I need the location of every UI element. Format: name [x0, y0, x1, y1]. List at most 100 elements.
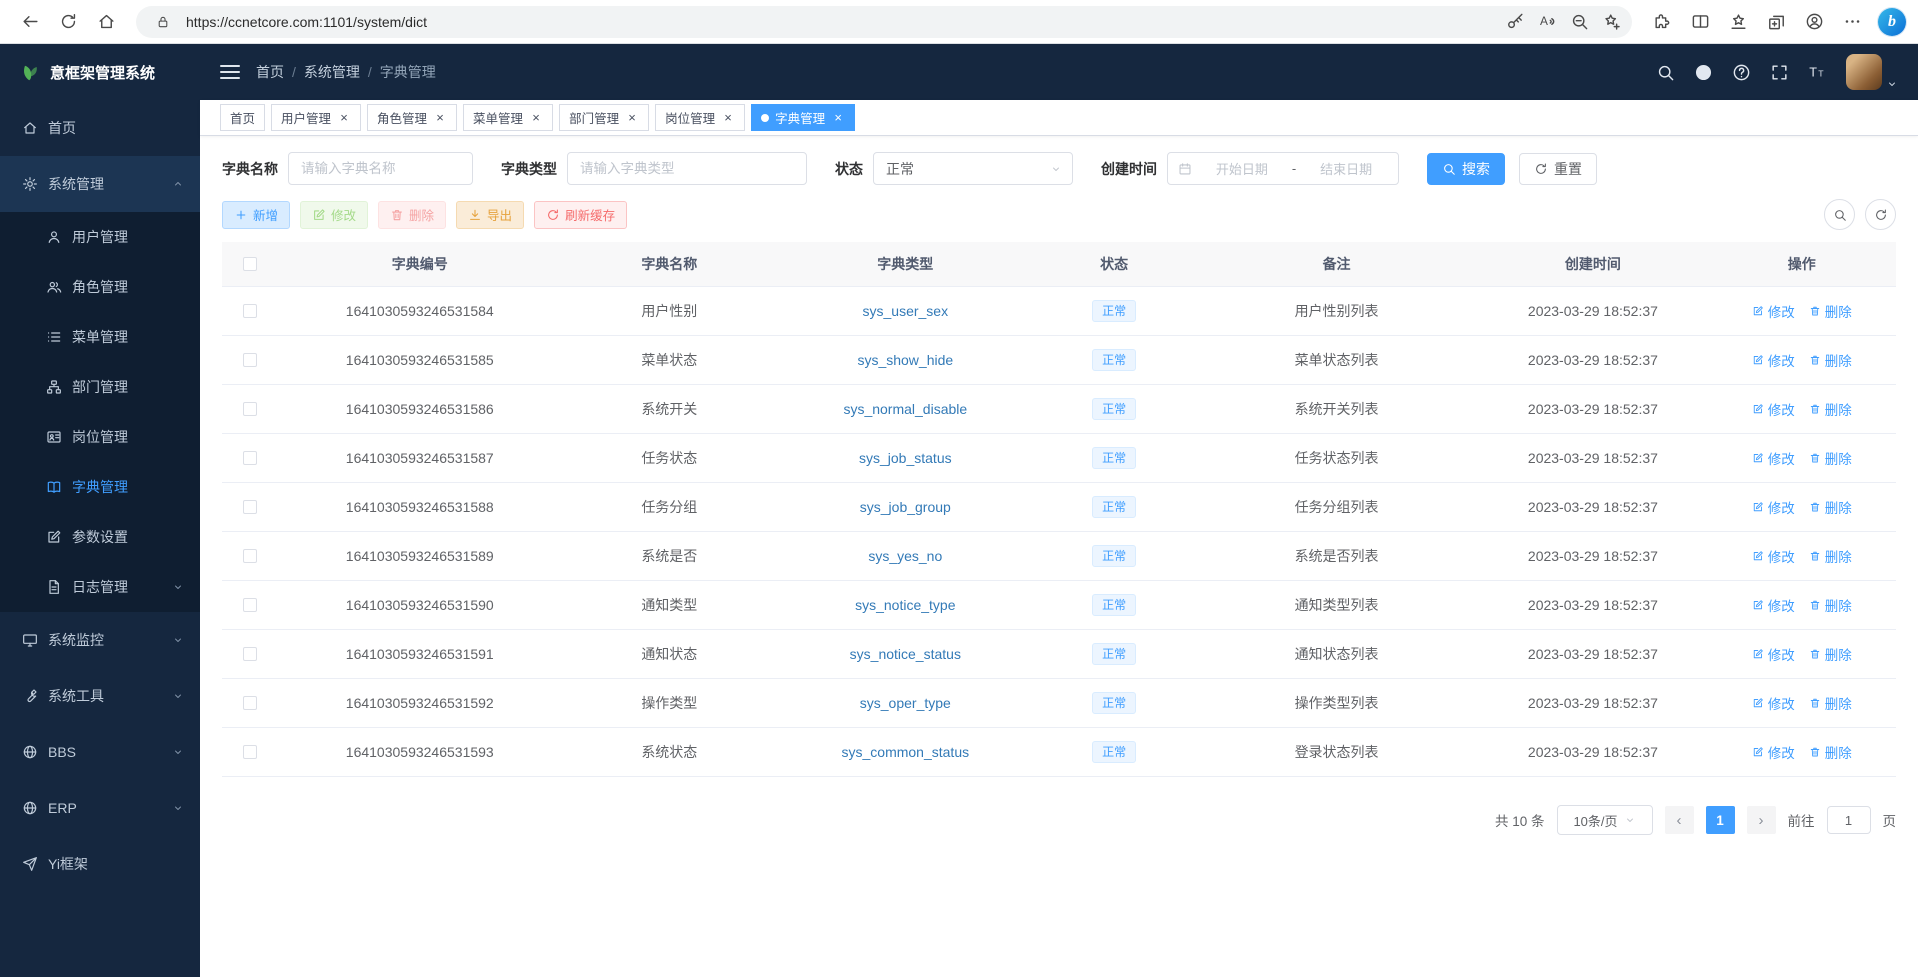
- row-delete-link[interactable]: 删除: [1809, 497, 1852, 517]
- sidebar-item[interactable]: 参数设置: [0, 512, 200, 562]
- sidebar-item[interactable]: Yi框架: [0, 836, 200, 892]
- tab-close-icon[interactable]: [433, 111, 447, 125]
- export-button[interactable]: 导出: [456, 201, 524, 229]
- row-checkbox[interactable]: [243, 500, 257, 514]
- search-icon[interactable]: [1648, 55, 1682, 89]
- favorite-add-icon[interactable]: [1596, 8, 1626, 36]
- row-checkbox[interactable]: [243, 598, 257, 612]
- row-edit-link[interactable]: 修改: [1752, 448, 1795, 468]
- row-checkbox[interactable]: [243, 353, 257, 367]
- dict-type-link[interactable]: sys_oper_type: [860, 695, 951, 711]
- page-number[interactable]: 1: [1706, 806, 1735, 834]
- url-text[interactable]: https://ccnetcore.com:1101/system/dict: [186, 14, 427, 30]
- tab[interactable]: 角色管理: [367, 104, 457, 131]
- row-checkbox[interactable]: [243, 304, 257, 318]
- key-icon[interactable]: [1500, 8, 1530, 36]
- question-icon[interactable]: [1724, 55, 1758, 89]
- user-avatar[interactable]: [1846, 54, 1882, 90]
- dict-type-link[interactable]: sys_show_hide: [857, 352, 953, 368]
- toggle-search-button[interactable]: [1824, 199, 1855, 230]
- tab[interactable]: 用户管理: [271, 104, 361, 131]
- read-aloud-icon[interactable]: [1532, 8, 1562, 36]
- dict-type-link[interactable]: sys_user_sex: [863, 303, 949, 319]
- dict-type-link[interactable]: sys_yes_no: [868, 548, 942, 564]
- sidebar-item[interactable]: 用户管理: [0, 212, 200, 262]
- end-date-placeholder[interactable]: 结束日期: [1304, 159, 1388, 178]
- row-checkbox[interactable]: [243, 745, 257, 759]
- more-icon[interactable]: [1834, 5, 1870, 39]
- prev-page-button[interactable]: [1665, 806, 1694, 834]
- breadcrumb-item-system[interactable]: 系统管理: [304, 62, 360, 82]
- tab[interactable]: 首页: [220, 104, 265, 131]
- add-button[interactable]: 新增: [222, 201, 290, 229]
- sidebar-item[interactable]: 首页: [0, 100, 200, 156]
- row-edit-link[interactable]: 修改: [1752, 350, 1795, 370]
- row-edit-link[interactable]: 修改: [1752, 595, 1795, 615]
- sidebar-item[interactable]: 菜单管理: [0, 312, 200, 362]
- sidebar-item[interactable]: 部门管理: [0, 362, 200, 412]
- bing-icon[interactable]: b: [1878, 8, 1906, 36]
- row-delete-link[interactable]: 删除: [1809, 301, 1852, 321]
- row-delete-link[interactable]: 删除: [1809, 644, 1852, 664]
- sidebar-item[interactable]: 角色管理: [0, 262, 200, 312]
- sidebar-item[interactable]: 系统工具: [0, 668, 200, 724]
- sidebar-item[interactable]: 字典管理: [0, 462, 200, 512]
- row-checkbox[interactable]: [243, 549, 257, 563]
- row-checkbox[interactable]: [243, 696, 257, 710]
- next-page-button[interactable]: [1747, 806, 1776, 834]
- fullscreen-icon[interactable]: [1762, 55, 1796, 89]
- row-edit-link[interactable]: 修改: [1752, 742, 1795, 762]
- app-logo[interactable]: 意框架管理系统: [0, 44, 200, 100]
- tab-close-icon[interactable]: [529, 111, 543, 125]
- status-select[interactable]: 正常: [873, 152, 1073, 185]
- tab[interactable]: 岗位管理: [655, 104, 745, 131]
- row-edit-link[interactable]: 修改: [1752, 497, 1795, 517]
- sidebar-item[interactable]: 日志管理: [0, 562, 200, 612]
- refresh-cache-button[interactable]: 刷新缓存: [534, 201, 627, 229]
- profile-icon[interactable]: [1796, 5, 1832, 39]
- breadcrumb-item-home[interactable]: 首页: [256, 62, 284, 82]
- sidebar-item[interactable]: 系统监控: [0, 612, 200, 668]
- dict-type-input[interactable]: [567, 152, 807, 185]
- delete-button[interactable]: 删除: [378, 201, 446, 229]
- goto-page-input[interactable]: [1827, 806, 1871, 834]
- dict-type-link[interactable]: sys_job_group: [860, 499, 951, 515]
- page-size-select[interactable]: 10条/页: [1557, 805, 1653, 835]
- sidebar-item[interactable]: BBS: [0, 724, 200, 780]
- refresh-icon[interactable]: [50, 5, 86, 39]
- dict-type-link[interactable]: sys_normal_disable: [843, 401, 967, 417]
- collapse-menu-icon[interactable]: [220, 65, 240, 79]
- reset-button[interactable]: 重置: [1519, 153, 1597, 185]
- address-bar[interactable]: https://ccnetcore.com:1101/system/dict: [136, 6, 1632, 38]
- github-icon[interactable]: [1686, 55, 1720, 89]
- dict-name-input[interactable]: [288, 152, 473, 185]
- collections-icon[interactable]: [1758, 5, 1794, 39]
- row-edit-link[interactable]: 修改: [1752, 644, 1795, 664]
- font-size-icon[interactable]: [1800, 55, 1834, 89]
- row-delete-link[interactable]: 删除: [1809, 448, 1852, 468]
- search-button[interactable]: 搜索: [1427, 153, 1505, 185]
- dict-type-link[interactable]: sys_notice_status: [850, 646, 961, 662]
- tab-close-icon[interactable]: [721, 111, 735, 125]
- dict-type-link[interactable]: sys_job_status: [859, 450, 952, 466]
- row-delete-link[interactable]: 删除: [1809, 595, 1852, 615]
- sidebar-item[interactable]: ERP: [0, 780, 200, 836]
- back-icon[interactable]: [12, 5, 48, 39]
- row-delete-link[interactable]: 删除: [1809, 399, 1852, 419]
- tab-close-icon[interactable]: [337, 111, 351, 125]
- row-delete-link[interactable]: 删除: [1809, 546, 1852, 566]
- home-icon[interactable]: [88, 5, 124, 39]
- date-range-picker[interactable]: 开始日期 - 结束日期: [1167, 152, 1399, 185]
- row-delete-link[interactable]: 删除: [1809, 742, 1852, 762]
- edit-button[interactable]: 修改: [300, 201, 368, 229]
- dict-type-link[interactable]: sys_common_status: [842, 744, 970, 760]
- row-delete-link[interactable]: 删除: [1809, 693, 1852, 713]
- start-date-placeholder[interactable]: 开始日期: [1200, 159, 1284, 178]
- row-edit-link[interactable]: 修改: [1752, 399, 1795, 419]
- sidebar-item[interactable]: 岗位管理: [0, 412, 200, 462]
- tab[interactable]: 字典管理: [751, 104, 855, 131]
- tab-close-icon[interactable]: [831, 111, 845, 125]
- tab[interactable]: 菜单管理: [463, 104, 553, 131]
- extensions-icon[interactable]: [1644, 5, 1680, 39]
- row-edit-link[interactable]: 修改: [1752, 301, 1795, 321]
